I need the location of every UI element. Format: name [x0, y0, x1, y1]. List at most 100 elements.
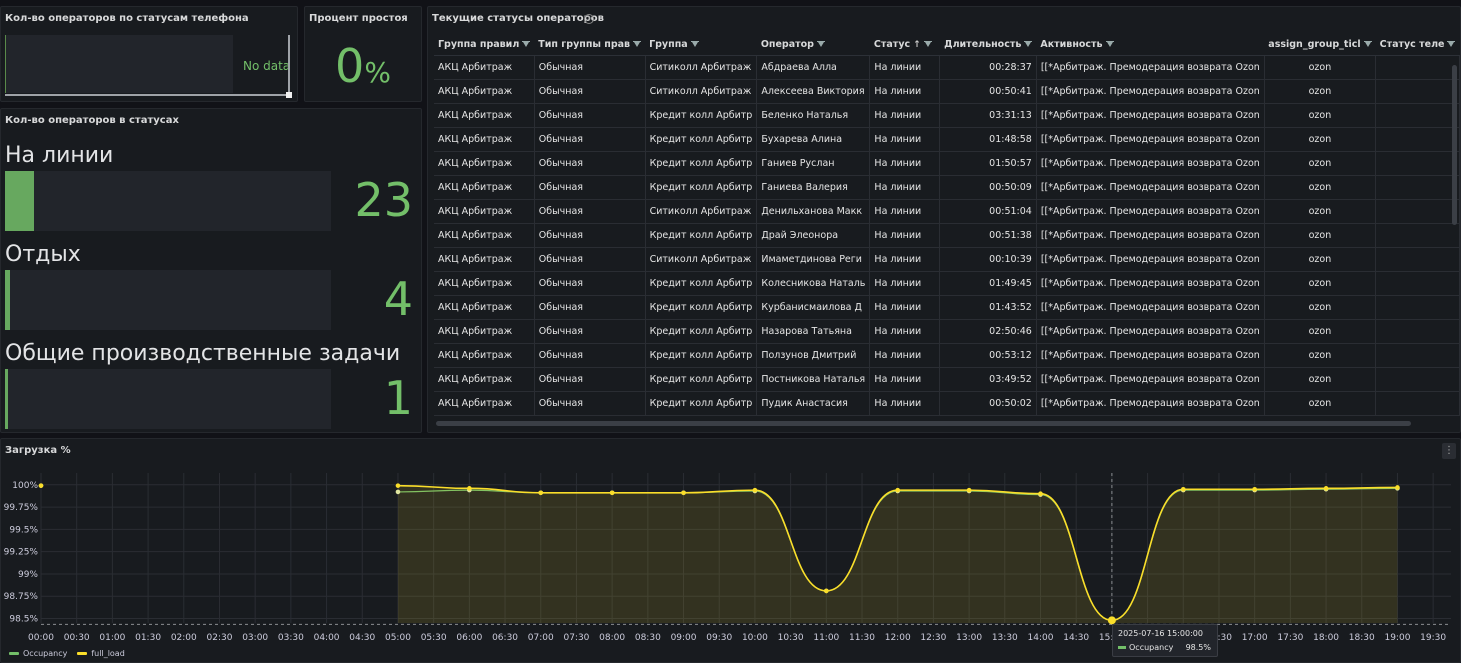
table-cell: ozon: [1264, 343, 1377, 368]
table-cell: Обычная: [534, 247, 646, 272]
status-bar-online: [5, 171, 331, 231]
scrollbar-vertical[interactable]: [288, 35, 290, 93]
table-cell: На линии: [869, 103, 941, 128]
x-tick-label: 07:00: [528, 633, 554, 643]
table-cell: Обычная: [534, 343, 646, 368]
column-header[interactable]: Активность: [1036, 35, 1265, 56]
table-cell: На линии: [869, 343, 941, 368]
table-cell: [[*Арбитраж. Премодерация возврата Ozon: [1036, 103, 1265, 128]
table-cell: 01:49:45: [939, 271, 1037, 296]
x-tick-label: 08:30: [635, 633, 661, 643]
table-row[interactable]: АКЦ Арбитраж Обычная Кредит колл Арбитр Бух…: [434, 127, 1460, 152]
table-cell: На линии: [869, 367, 941, 392]
table-cell: [[*Арбитраж. Премодерация возврата Ozon: [1036, 223, 1265, 248]
column-header[interactable]: Длительность: [939, 35, 1037, 56]
table-cell: [1375, 175, 1460, 200]
info-icon[interactable]: i: [584, 14, 594, 24]
filter-icon[interactable]: [1024, 40, 1033, 49]
column-header[interactable]: Статус ↑: [869, 35, 940, 56]
table-cell: 00:50:09: [939, 175, 1037, 200]
table-horizontal-scrollbar[interactable]: [436, 421, 1411, 426]
table-row[interactable]: АКЦ Арбитраж Обычная Кредит колл Арбитр Кол…: [434, 271, 1460, 296]
table-row[interactable]: АКЦ Арбитраж Обычная Кредит колл Арбитр Кур…: [434, 295, 1460, 320]
scrollbar-horizontal[interactable]: [5, 94, 287, 96]
table-cell: 00:51:04: [939, 199, 1037, 224]
legend-item-occupancy[interactable]: Occupancy: [9, 649, 67, 658]
legend-item-full-load[interactable]: full_load: [77, 649, 125, 658]
table-row[interactable]: АКЦ Арбитраж Обычная Кредит колл Арбитр Ган…: [434, 175, 1460, 200]
table-cell: ozon: [1264, 127, 1377, 152]
table-cell: Обычная: [534, 295, 646, 320]
table-cell: Обычная: [534, 367, 646, 392]
table-cell: [[*Арбитраж. Премодерация возврата Ozon: [1036, 391, 1265, 416]
table-row[interactable]: АКЦ Арбитраж Обычная Кредит колл Арбитр Ган…: [434, 151, 1460, 176]
column-header[interactable]: Тип группы прав: [534, 35, 646, 56]
table-cell: ozon: [1264, 79, 1377, 104]
column-header-label: Группа: [649, 39, 688, 51]
column-header-label: assign_group_ticl: [1268, 39, 1361, 51]
table-cell: [1375, 391, 1460, 416]
load-chart[interactable]: 98.5% 98.75% 99% 99.25% 99.5% 99.75% 100% 00:00…: [1, 439, 1461, 663]
table-cell: ozon: [1264, 271, 1377, 296]
filter-icon[interactable]: [633, 40, 642, 49]
table-cell: [1375, 271, 1460, 296]
x-tick-label: 17:30: [1277, 633, 1303, 643]
column-header-label: Статус: [873, 39, 911, 51]
x-tick-label: 01:30: [135, 633, 161, 643]
table-cell: 02:50:46: [939, 319, 1037, 344]
data-point-occupancy: [395, 489, 401, 495]
idle-number: 0: [335, 39, 365, 93]
filter-icon[interactable]: [522, 40, 531, 49]
table-row[interactable]: АКЦ Арбитраж Обычная Ситиколл Арбитраж Дени…: [434, 199, 1460, 224]
table-cell: Кредит колл Арбитр: [645, 271, 758, 296]
table-cell: АКЦ Арбитраж: [434, 175, 535, 200]
resize-handle[interactable]: [286, 92, 292, 98]
table-cell: 00:50:02: [939, 391, 1037, 416]
table-cell: На линии: [869, 175, 941, 200]
table-row[interactable]: АКЦ Арбитраж Обычная Кредит колл Арбитр Пуд…: [434, 391, 1460, 416]
table-cell: Ситиколл Арбитраж: [645, 79, 758, 104]
table-row[interactable]: АКЦ Арбитраж Обычная Ситиколл Арбитраж Абдр…: [434, 55, 1460, 80]
table-cell: [1375, 295, 1460, 320]
x-tick-label: 18:30: [1349, 633, 1375, 643]
table-cell: На линии: [869, 127, 941, 152]
table-vertical-scrollbar[interactable]: [1452, 65, 1457, 225]
data-point-full-load: [38, 483, 44, 488]
x-tick-label: 08:00: [599, 633, 625, 643]
table-cell: АКЦ Арбитраж: [434, 343, 535, 368]
column-header[interactable]: Оператор: [756, 35, 870, 56]
operators-in-statuses-panel: Кол-во операторов в статусах На линии 23…: [0, 108, 422, 433]
filter-icon[interactable]: [816, 40, 825, 49]
table-cell: ozon: [1264, 391, 1377, 416]
table-row[interactable]: АКЦ Арбитраж Обычная Кредит колл Арбитр Дра…: [434, 223, 1460, 248]
table-cell: [1375, 223, 1460, 248]
x-tick-label: 05:00: [385, 633, 411, 643]
table-cell: Ползунов Дмитрий: [756, 343, 871, 368]
table-cell: Обычная: [534, 79, 646, 104]
filter-icon[interactable]: [923, 40, 932, 49]
table-cell: АКЦ Арбитраж: [434, 319, 535, 344]
sort-arrow-icon[interactable]: ↑: [913, 40, 921, 50]
data-point-full-load: [395, 483, 401, 488]
filter-icon[interactable]: [690, 40, 699, 49]
table-row[interactable]: АКЦ Арбитраж Обычная Ситиколл Арбитраж Имам…: [434, 247, 1460, 272]
table-row[interactable]: АКЦ Арбитраж Обычная Кредит колл Арбитр Наз…: [434, 319, 1460, 344]
filter-icon[interactable]: [1447, 40, 1456, 49]
table-row[interactable]: АКЦ Арбитраж Обычная Кредит колл Арбитр Бел…: [434, 103, 1460, 128]
column-header[interactable]: Группа правил: [434, 35, 535, 56]
legend-label: full_load: [91, 649, 125, 658]
column-header[interactable]: Статус теле: [1375, 35, 1460, 56]
filter-icon[interactable]: [1105, 40, 1114, 49]
filter-icon[interactable]: [1363, 40, 1372, 49]
column-header[interactable]: Группа: [645, 35, 757, 56]
y-tick-label: 100%: [12, 481, 38, 491]
table-cell: [[*Арбитраж. Премодерация возврата Ozon: [1036, 79, 1265, 104]
table-cell: Ситиколл Арбитраж: [645, 55, 758, 80]
column-header[interactable]: assign_group_ticl: [1264, 35, 1376, 56]
table-row[interactable]: АКЦ Арбитраж Обычная Кредит колл Арбитр Пол…: [434, 343, 1460, 368]
table-row[interactable]: АКЦ Арбитраж Обычная Ситиколл Арбитраж Алек…: [434, 79, 1460, 104]
table-cell: ozon: [1264, 319, 1377, 344]
data-point-full-load: [752, 487, 758, 493]
table-row[interactable]: АКЦ Арбитраж Обычная Кредит колл Арбитр Пос…: [434, 367, 1460, 392]
legend-label: Occupancy: [23, 649, 68, 658]
